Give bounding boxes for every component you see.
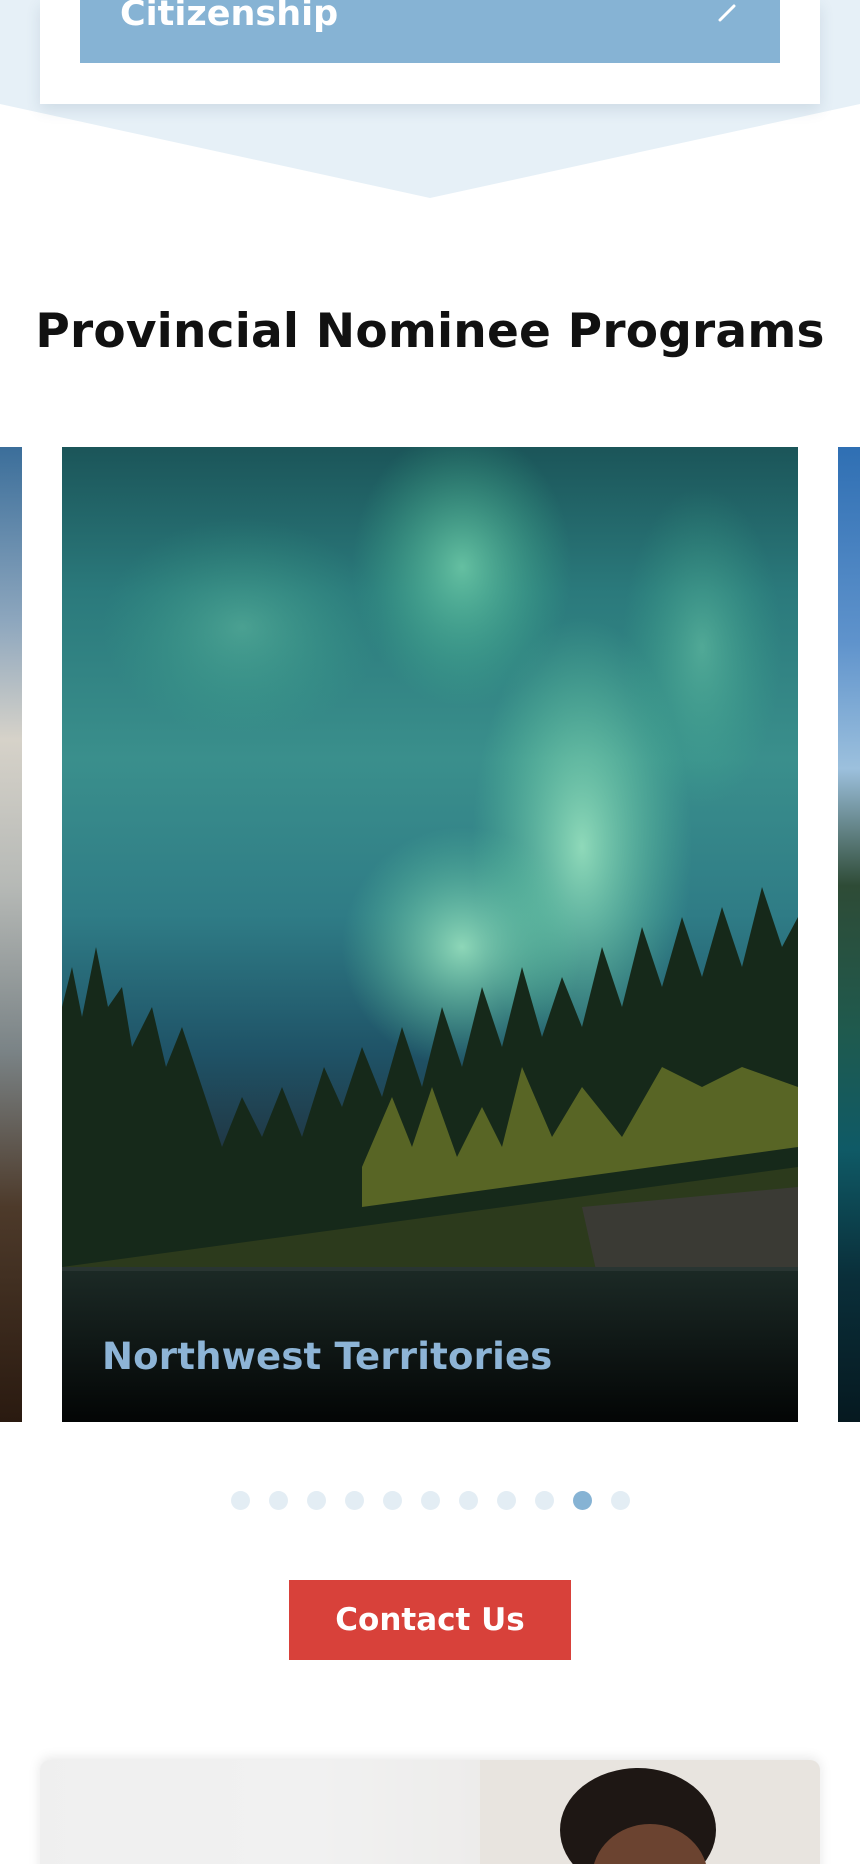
slide-northwest-territories[interactable]: Northwest Territories xyxy=(62,447,798,1422)
carousel-dot-active[interactable] xyxy=(572,1491,592,1510)
next-slide-peek[interactable] xyxy=(838,447,860,1422)
programs-carousel[interactable]: Northwest Territories xyxy=(0,447,860,1422)
aurora-landscape-image xyxy=(62,447,798,1422)
carousel-dot[interactable] xyxy=(306,1491,326,1510)
carousel-dot[interactable] xyxy=(534,1491,554,1510)
slide-caption: Northwest Territories xyxy=(102,1335,553,1378)
citizenship-button-label: Citizenship xyxy=(120,0,339,34)
carousel-dot[interactable] xyxy=(344,1491,364,1510)
carousel-pagination xyxy=(0,1491,860,1510)
chevron-right-icon xyxy=(718,4,736,21)
carousel-dot[interactable] xyxy=(458,1491,478,1510)
carousel-dot[interactable] xyxy=(420,1491,440,1510)
testimonial-card xyxy=(40,1760,820,1864)
contact-us-button[interactable]: Contact Us xyxy=(289,1580,571,1660)
citizenship-button[interactable]: Citizenship xyxy=(80,0,780,63)
section-title: Provincial Nominee Programs xyxy=(35,304,825,359)
previous-slide-peek[interactable] xyxy=(0,447,22,1422)
carousel-dot[interactable] xyxy=(610,1491,630,1510)
carousel-dot[interactable] xyxy=(230,1491,250,1510)
carousel-dot[interactable] xyxy=(268,1491,288,1510)
person-photo xyxy=(40,1760,820,1864)
carousel-dot[interactable] xyxy=(382,1491,402,1510)
carousel-dot[interactable] xyxy=(496,1491,516,1510)
